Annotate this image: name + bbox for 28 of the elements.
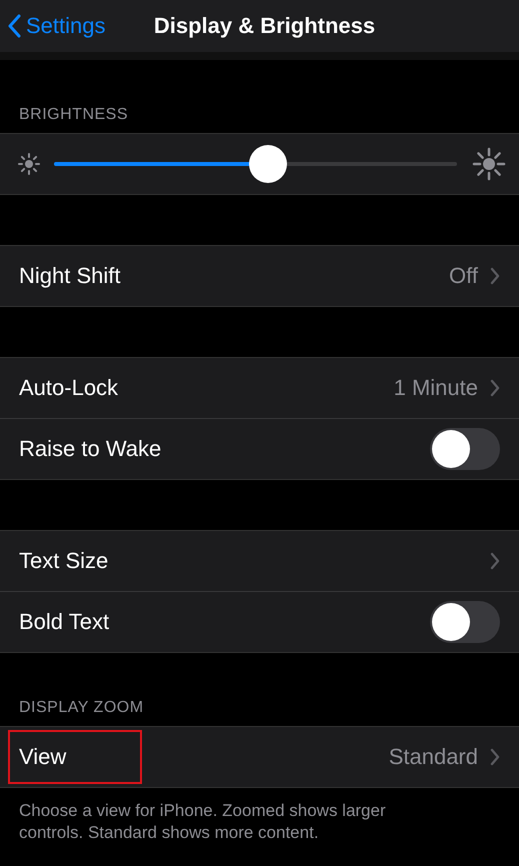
row-label: View <box>10 732 140 782</box>
back-button[interactable]: Settings <box>0 13 106 39</box>
row-label: Raise to Wake <box>19 436 162 462</box>
window-title: Display & Brightness <box>152 13 376 38</box>
slider-thumb[interactable] <box>248 145 287 183</box>
settings-row[interactable]: Night Shift Off <box>0 246 519 306</box>
settings-row[interactable]: Text Size <box>0 531 519 591</box>
chevron-icon <box>490 748 500 766</box>
row-value: 1 Minute <box>394 375 478 401</box>
row-label: Night Shift <box>19 263 120 289</box>
back-chevron-icon <box>8 14 22 38</box>
chevron-icon <box>490 379 500 397</box>
toggle-switch[interactable] <box>430 601 500 643</box>
row-label: Bold Text <box>19 609 110 635</box>
section-footer: Choose a view for iPhone. Zoomed shows larger controls. Standard shows more content. <box>0 788 519 844</box>
row-value: Standard <box>388 744 478 770</box>
row-label: Auto-Lock <box>19 375 118 401</box>
chevron-icon <box>490 267 500 285</box>
settings-row[interactable]: View Standard <box>0 727 519 787</box>
section-header: BRIGHTNESS <box>18 106 130 125</box>
toggle-switch[interactable] <box>430 428 500 470</box>
chevron-icon <box>490 552 500 570</box>
settings-row[interactable]: Auto-Lock 1 Minute <box>0 358 519 418</box>
sun-large-icon <box>471 146 507 182</box>
row-label: Text Size <box>19 548 108 574</box>
sun-small-icon <box>18 153 40 175</box>
row-value: Off <box>449 263 478 289</box>
section-header: DISPLAY ZOOM <box>18 699 145 718</box>
